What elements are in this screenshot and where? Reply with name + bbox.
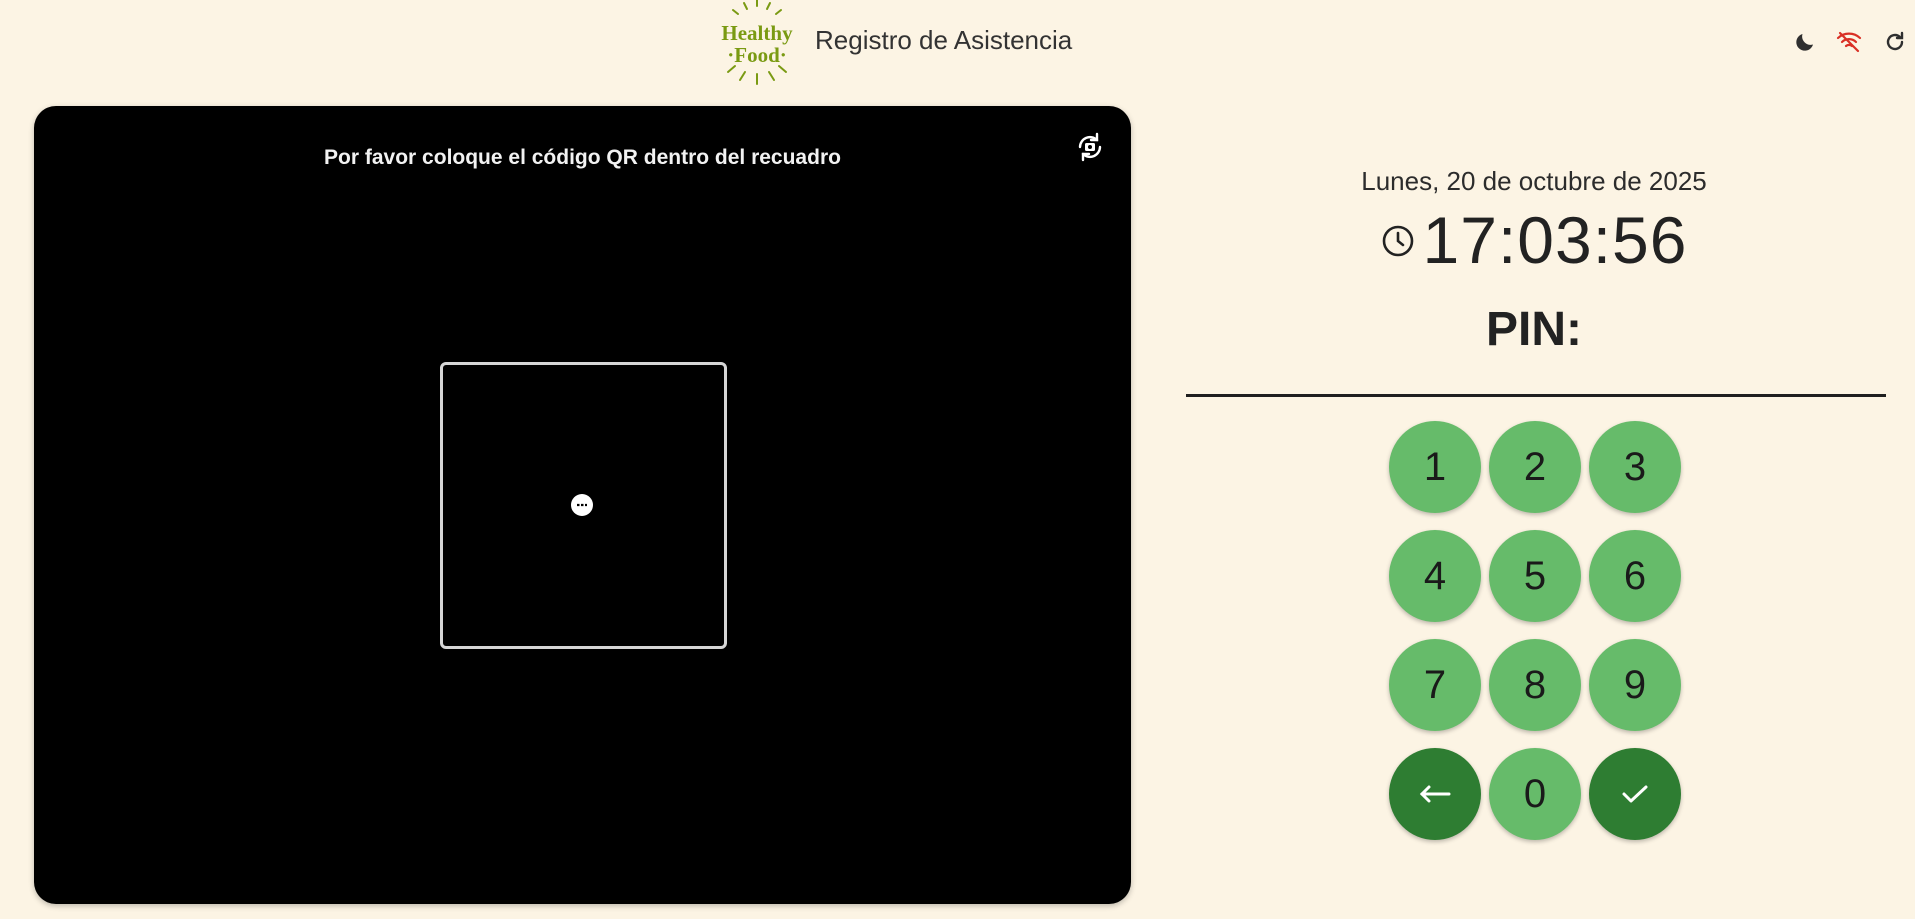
current-date: Lunes, 20 de octubre de 2025: [1361, 166, 1707, 196]
key-1[interactable]: 1: [1389, 421, 1481, 513]
pin-label: PIN:: [1486, 303, 1582, 356]
header: Healthy ·Food· Registro de Asistencia: [0, 0, 1915, 85]
key-9[interactable]: 9: [1589, 639, 1681, 731]
svg-text:Healthy: Healthy: [721, 21, 793, 45]
qr-camera-view: Por favor coloque el código QR dentro de…: [34, 106, 1131, 904]
scan-indicator-icon: [571, 494, 593, 516]
key-4[interactable]: 4: [1389, 530, 1481, 622]
confirm-button[interactable]: [1589, 748, 1681, 840]
wifi-off-icon[interactable]: [1835, 28, 1863, 56]
current-time: 17:03:56: [1422, 203, 1688, 277]
clock: 17:03:56: [1186, 202, 1882, 278]
pin-panel: Lunes, 20 de octubre de 2025 17:03:56 PI…: [1186, 82, 1886, 902]
svg-text:·Food·: ·Food·: [727, 43, 787, 67]
key-7[interactable]: 7: [1389, 639, 1481, 731]
pin-input[interactable]: [1186, 372, 1886, 397]
check-icon: [1622, 785, 1648, 803]
key-3[interactable]: 3: [1589, 421, 1681, 513]
key-8[interactable]: 8: [1489, 639, 1581, 731]
key-6[interactable]: 6: [1589, 530, 1681, 622]
key-2[interactable]: 2: [1489, 421, 1581, 513]
app-title: Registro de Asistencia: [815, 25, 1073, 55]
qr-instruction: Por favor coloque el código QR dentro de…: [324, 146, 841, 169]
backspace-button[interactable]: [1389, 748, 1481, 840]
moon-icon[interactable]: [1791, 28, 1819, 56]
key-0[interactable]: 0: [1489, 748, 1581, 840]
refresh-icon[interactable]: [1881, 28, 1909, 56]
backspace-arrow-icon: [1419, 785, 1451, 803]
healthy-food-logo: Healthy ·Food·: [721, 0, 793, 85]
switch-camera-icon[interactable]: [1073, 130, 1107, 164]
clock-icon: [1382, 225, 1413, 257]
key-5[interactable]: 5: [1489, 530, 1581, 622]
